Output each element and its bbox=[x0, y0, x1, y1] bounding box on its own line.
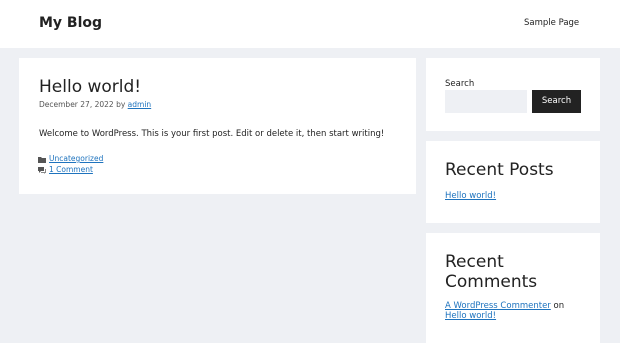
post-category-row: Uncategorized bbox=[38, 154, 103, 164]
post-meta: December 27, 2022 by admin bbox=[39, 100, 151, 110]
post-card: Hello world! December 27, 2022 by admin … bbox=[19, 58, 416, 194]
comment-author-link[interactable]: A WordPress Commenter bbox=[445, 301, 551, 311]
site-title[interactable]: My Blog bbox=[39, 14, 102, 32]
post-comments-row: 1 Comment bbox=[38, 165, 93, 175]
search-button[interactable]: Search bbox=[532, 90, 581, 113]
comment-post-link[interactable]: Hello world! bbox=[445, 311, 496, 322]
recent-posts-title: Recent Posts bbox=[445, 160, 554, 180]
post-date[interactable]: December 27, 2022 bbox=[39, 100, 114, 109]
post-category-link[interactable]: Uncategorized bbox=[49, 154, 103, 164]
nav-item-sample-page[interactable]: Sample Page bbox=[524, 17, 579, 29]
recent-comments-title-line1: Recent bbox=[445, 252, 504, 272]
post-comments-link[interactable]: 1 Comment bbox=[49, 165, 93, 175]
post-content: Welcome to WordPress. This is your first… bbox=[39, 129, 385, 139]
comment-on-label: on bbox=[553, 301, 565, 311]
post-title[interactable]: Hello world! bbox=[39, 76, 141, 98]
recent-post-link[interactable]: Hello world! bbox=[445, 191, 496, 202]
recent-comments-widget: Recent Comments A WordPress Commenter on… bbox=[426, 233, 600, 343]
search-widget: Search Search bbox=[426, 58, 600, 131]
comment-bubble-icon bbox=[38, 166, 46, 174]
recent-comments-title-line2: Comments bbox=[445, 272, 538, 292]
search-label: Search bbox=[445, 79, 475, 89]
post-author-link[interactable]: admin bbox=[128, 100, 152, 109]
recent-posts-widget: Recent Posts Hello world! bbox=[426, 141, 600, 223]
site-header: My Blog Sample Page bbox=[0, 0, 620, 48]
post-by-label: by bbox=[116, 100, 126, 109]
folder-icon bbox=[38, 156, 46, 163]
search-input[interactable] bbox=[445, 90, 527, 113]
